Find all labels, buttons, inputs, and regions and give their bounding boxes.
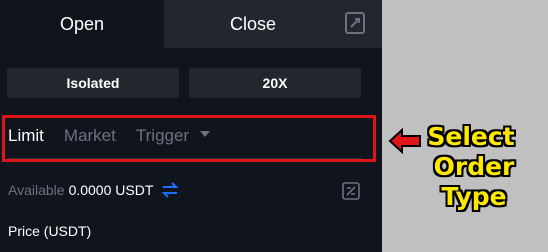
order-type-highlight-box bbox=[2, 115, 376, 162]
tab-open[interactable]: Open bbox=[0, 0, 164, 48]
available-value: 0.0000 USDT bbox=[68, 182, 154, 198]
leverage-button[interactable]: 20X bbox=[189, 68, 361, 98]
available-balance: Available 0.0000 USDT bbox=[8, 182, 179, 198]
tab-close[interactable]: Close bbox=[164, 0, 382, 48]
calculator-icon[interactable] bbox=[344, 12, 368, 34]
margin-mode-button[interactable]: Isolated bbox=[7, 68, 179, 98]
swap-icon[interactable] bbox=[161, 182, 179, 198]
callout-line1: Select bbox=[427, 122, 515, 151]
open-close-tabs: Open Close bbox=[0, 0, 382, 48]
select-order-type-callout: Select Order Type bbox=[394, 122, 548, 212]
price-label: Price (USDT) bbox=[8, 223, 92, 239]
available-label: Available bbox=[8, 182, 65, 198]
tab-close-label: Close bbox=[229, 13, 277, 34]
callout-line2: Order Type bbox=[433, 152, 515, 211]
calculator-small-icon[interactable] bbox=[342, 182, 360, 200]
margin-leverage-row: Isolated 20X bbox=[7, 68, 361, 98]
